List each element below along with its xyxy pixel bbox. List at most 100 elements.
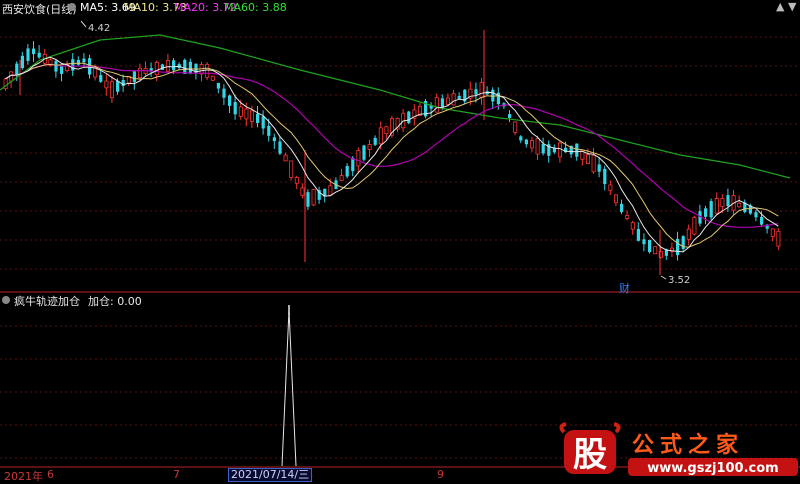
candle-body [373,137,377,145]
candle-body [384,126,389,135]
candle-body [508,114,512,118]
candle-body [614,194,619,204]
month-label-9: 9 [437,468,444,481]
candle-body [233,101,237,115]
candle-body [278,141,282,154]
low-marker-label: 3.52 [668,275,690,286]
candle-body [754,212,758,218]
candle-body [776,230,781,247]
candle-body [491,89,495,102]
candle-body [676,238,680,256]
candle-body [524,139,528,145]
candle-body [630,222,635,230]
candle-body [306,192,310,207]
candle-body [82,58,86,63]
low-marker-arrow [660,275,667,280]
candle-body [110,81,115,99]
candle-body [311,189,316,206]
candle-body [15,63,19,75]
candle-body [726,195,730,206]
candle-body [608,184,613,191]
candle-body [26,48,30,61]
indicator-title[interactable]: 疯牛轨迹加仓 [14,293,80,309]
candle-body [760,216,764,225]
candle-body [267,125,271,136]
ma60-line [0,34,791,179]
indicator-settings-icon[interactable] [2,296,10,304]
candle-body [692,217,697,235]
candle-body [457,95,461,99]
watermark-graphic: 股 公式之家 www.gszj100.com [559,422,798,476]
candle-body [440,98,444,108]
ma5-line [5,56,779,253]
candle-body [37,52,41,58]
candle-body [620,203,624,213]
candle-body [362,145,366,160]
year-label: 2021年 [4,470,43,483]
high-marker-arrow [80,20,87,28]
candle-body [99,75,103,82]
candle-body [76,59,80,65]
candle-body [451,93,456,106]
candle-body [222,88,226,98]
candle-body [154,61,159,75]
watermark-logo: 股 公式之家 www.gszj100.com [556,422,800,480]
candle-body [249,110,254,122]
price-chart[interactable]: 4.42 3.52 [0,0,800,481]
candle-body [642,239,646,245]
candle-body [172,60,176,71]
candle-body [261,116,265,129]
candle-body [625,215,630,219]
high-marker-label: 4.42 [88,23,110,34]
candle-body [183,59,187,74]
cursor-date-box: 2021/07/14/三 [228,468,313,482]
candle-body [289,160,294,178]
event-badge[interactable]: 财 [619,280,630,296]
candle-body [256,113,260,123]
candle-body [137,67,142,79]
candle-body [603,168,607,184]
candle-body [535,138,540,155]
candle-body [770,228,775,237]
candle-body [591,154,596,173]
candle-body [586,154,591,165]
candle-body [575,143,579,157]
candle-body [367,144,372,150]
candle-body [648,239,652,253]
month-label-6: 6 [47,468,54,481]
candle-body [328,185,333,196]
candle-body [121,80,125,87]
candle-body [60,66,64,74]
brand-glyph: 股 [573,435,607,475]
grid-lines [0,36,800,459]
candle-body [636,228,640,241]
candle-body [205,63,210,78]
candle-body [20,55,24,69]
candle-body [474,89,478,95]
candle-body [294,177,299,184]
candle-body [479,82,484,98]
candle-body [244,108,249,120]
month-label-7: 7 [173,468,180,481]
site-name: 公式之家 [632,432,744,458]
candle-body [216,82,220,89]
candle-body [714,198,719,214]
candle-body [210,75,215,81]
candle-body [165,60,170,72]
ma20-line [5,63,779,228]
candle-body [132,70,136,82]
candle-body [530,140,535,149]
candle-body [345,166,349,177]
candle-body [93,67,98,78]
ma10-line [5,62,779,248]
indicator-value: 加仓: 0.00 [88,295,142,308]
candle-body [709,201,713,218]
site-url: www.gszj100.com [647,461,778,476]
candle-body [238,106,243,117]
candle-body [300,187,305,196]
candle-body [71,59,75,71]
candle-body [445,97,450,105]
candle-body [378,127,383,145]
candle-body [356,150,361,167]
candle-body [513,121,518,133]
